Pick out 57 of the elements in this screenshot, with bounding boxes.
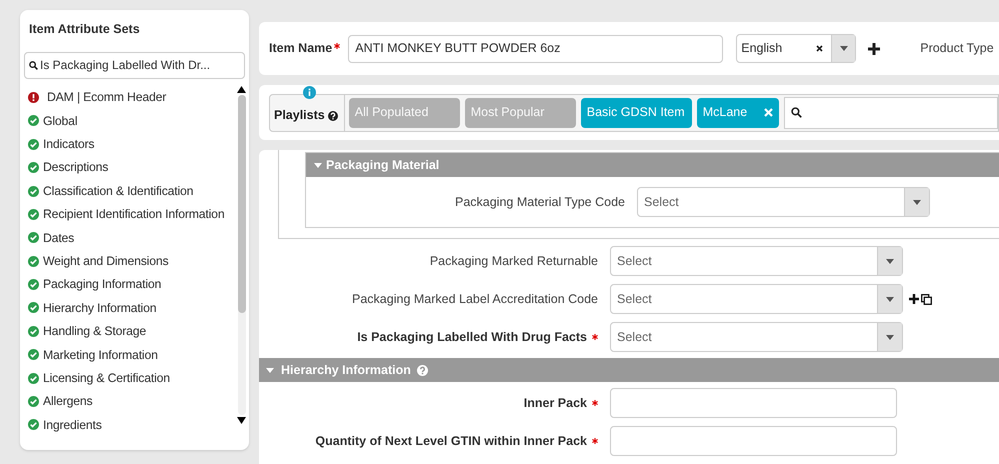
input-field[interactable] (610, 426, 897, 456)
field-label: Quantity of Next Level GTIN within Inner Pack (315, 432, 587, 450)
playlists-label: Playlists (274, 107, 325, 124)
clear-icon[interactable] (816, 45, 824, 52)
sidebar-item[interactable]: DAM | Ecomm Header (43, 88, 166, 107)
caret-down-icon (886, 296, 894, 302)
plus-icon[interactable] (868, 42, 880, 54)
required-asterisk-icon (334, 42, 340, 48)
sidebar-item[interactable]: Weight and Dimensions (43, 252, 168, 270)
sidebar-item[interactable]: Marketing Information (43, 346, 158, 364)
required-asterisk-icon (592, 438, 598, 444)
sidebar-item[interactable]: Hierarchy Information (43, 298, 156, 318)
scrollbar-thumb[interactable] (238, 94, 246, 313)
required-asterisk-icon (592, 400, 598, 406)
sidebar-item[interactable]: Global (43, 112, 78, 130)
product-type-label: Product Type (920, 40, 994, 58)
sidebar-item[interactable]: Licensing & Certification (43, 368, 170, 388)
caret-down-icon (886, 258, 894, 264)
copy-icon[interactable] (921, 294, 932, 304)
sidebar-item[interactable]: Allergens (43, 392, 92, 411)
search-icon (790, 107, 802, 118)
field-label: Packaging Material Type Code (454, 194, 625, 211)
help-icon[interactable] (328, 110, 338, 120)
item-name-label: Item Name (269, 40, 332, 58)
sidebar-item[interactable]: Ingredients (43, 416, 102, 434)
language-select[interactable]: English (736, 34, 856, 63)
sidebar-title: Item Attribute Sets (28, 21, 141, 38)
caret-down-icon (840, 46, 848, 51)
caret-down-icon (314, 162, 322, 168)
close-icon[interactable] (764, 108, 773, 117)
input-field[interactable] (610, 388, 897, 418)
info-icon[interactable] (303, 86, 316, 98)
select-field[interactable]: Select (610, 246, 903, 276)
field-label: Inner Pack (524, 394, 587, 412)
select-field[interactable]: Select (610, 322, 903, 352)
sidebar-item[interactable]: Packaging Information (43, 275, 162, 294)
sidebar-item[interactable]: Recipient Identification Information (43, 205, 224, 224)
field-label: Packaging Marked Label Accreditation Code (352, 290, 598, 308)
search-icon (29, 60, 38, 70)
caret-down-icon (886, 334, 894, 340)
sidebar-item[interactable]: Descriptions (43, 158, 108, 177)
required-asterisk-icon (592, 334, 598, 340)
select-field[interactable]: Select (610, 284, 903, 314)
sidebar-item[interactable]: Classification & Identification (43, 182, 194, 200)
search-field[interactable]: Is Packaging Labelled With Dr... (24, 52, 245, 79)
select-field[interactable]: Select (637, 187, 930, 217)
playlist-search-field[interactable] (784, 96, 998, 128)
caret-down-icon (913, 200, 921, 204)
sidebar-item[interactable]: Handling & Storage (43, 322, 146, 341)
field-label: Is Packaging Labelled With Drug Facts (357, 328, 587, 346)
item-name-field[interactable]: ANTI MONKEY BUTT POWDER 6oz (348, 34, 724, 62)
sidebar-item[interactable]: Dates (43, 228, 74, 247)
caret-down-icon (265, 368, 275, 372)
field-label: Packaging Marked Returnable (430, 252, 598, 270)
scrollbar[interactable] (236, 86, 247, 424)
plus-icon[interactable] (909, 294, 919, 304)
sidebar-item[interactable]: Indicators (43, 135, 94, 154)
